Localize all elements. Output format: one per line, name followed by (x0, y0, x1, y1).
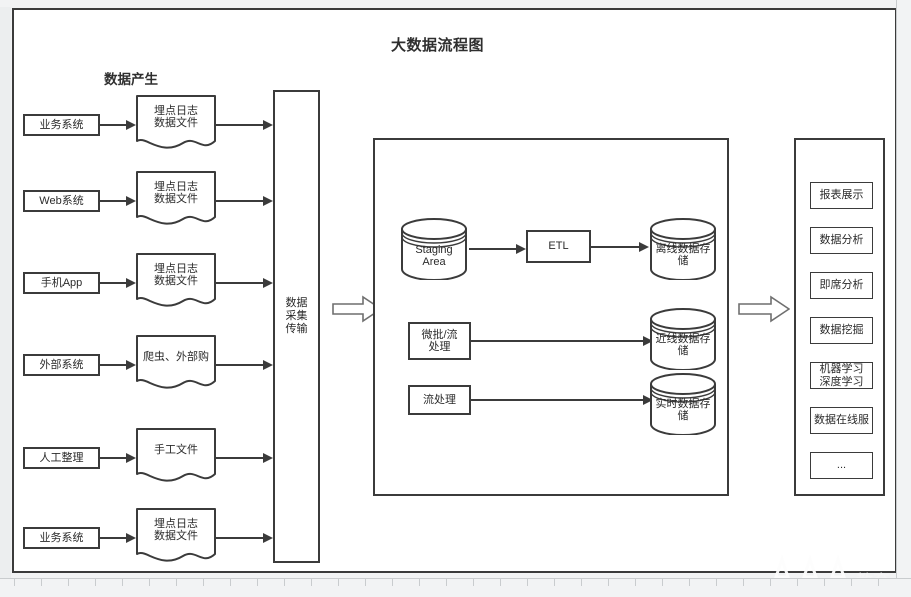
arrow-source-to-file-4 (100, 358, 136, 372)
arrow-file-to-collector-3 (216, 276, 273, 290)
staging-area-label: Staging Area (415, 244, 453, 269)
arrow-microbatch-to-nearline-store (471, 334, 653, 348)
source-system-box-4[interactable]: 外部系统 (23, 354, 100, 376)
arrow-file-to-collector-5 (216, 451, 273, 465)
arrow-source-to-file-6 (100, 531, 136, 545)
data-file-doc-1[interactable]: 埋点日志 数据文件 (136, 95, 216, 153)
data-file-doc-4[interactable]: 爬虫、外部购 (136, 335, 216, 393)
data-file-doc-3[interactable]: 埋点日志 数据文件 (136, 253, 216, 311)
diagram-canvas: 大数据流程图 数据产生 数据存储处理 数据应用 业务系统 Web系统 手机App… (0, 0, 911, 597)
arrow-etl-to-offline-store (591, 240, 649, 254)
application-item-1[interactable]: 报表展示 (810, 182, 873, 209)
arrow-staging-to-etl (469, 242, 526, 256)
data-file-doc-label-2: 埋点日志 数据文件 (154, 180, 198, 206)
arrow-stream-to-realtime-store (471, 393, 653, 407)
data-file-doc-2[interactable]: 埋点日志 数据文件 (136, 171, 216, 229)
diagram-sheet: 大数据流程图 数据产生 数据存储处理 数据应用 业务系统 Web系统 手机App… (12, 8, 897, 573)
data-file-doc-label-5: 手工文件 (154, 443, 198, 456)
arrow-source-to-file-1 (100, 118, 136, 132)
source-system-box-5[interactable]: 人工整理 (23, 447, 100, 469)
offline-data-store-cylinder[interactable]: 离线数据存 储 (649, 218, 717, 280)
application-item-7[interactable]: ... (810, 452, 873, 479)
arrow-file-to-collector-6 (216, 531, 273, 545)
offline-data-store-label: 离线数据存 储 (655, 242, 711, 268)
data-file-doc-label-1: 埋点日志 数据文件 (154, 104, 198, 130)
data-collection-column[interactable]: 数据 采集 传输 (273, 90, 320, 563)
arrow-file-to-collector-4 (216, 358, 273, 372)
ruler-right (896, 0, 911, 597)
page-title: 大数据流程图 (391, 37, 485, 54)
block-arrow-storage-to-application (738, 295, 790, 323)
data-file-doc-label-4: 爬虫、外部购 (143, 350, 209, 363)
data-file-doc-label-6: 埋点日志 数据文件 (154, 517, 198, 543)
source-system-box-3[interactable]: 手机App (23, 272, 100, 294)
arrow-file-to-collector-2 (216, 194, 273, 208)
source-system-box-6[interactable]: 业务系统 (23, 527, 100, 549)
ruler-top (0, 0, 911, 7)
realtime-data-store-cylinder[interactable]: 实时数据存 储 (649, 373, 717, 435)
nearline-data-store-cylinder[interactable]: 近线数据存 储 (649, 308, 717, 370)
application-item-6[interactable]: 数据在线服 (810, 407, 873, 434)
arrow-file-to-collector-1 (216, 118, 273, 132)
application-item-5[interactable]: 机器学习 深度学习 (810, 362, 873, 389)
stream-processing-box[interactable]: 流处理 (408, 385, 471, 415)
data-file-doc-6[interactable]: 埋点日志 数据文件 (136, 508, 216, 566)
microbatch-stream-box[interactable]: 微批/流 处理 (408, 322, 471, 360)
application-item-3[interactable]: 即席分析 (810, 272, 873, 299)
data-file-doc-label-3: 埋点日志 数据文件 (154, 262, 198, 288)
application-item-4[interactable]: 数据挖掘 (810, 317, 873, 344)
application-item-2[interactable]: 数据分析 (810, 227, 873, 254)
ruler-left (0, 0, 11, 597)
staging-area-cylinder[interactable]: Staging Area (400, 218, 468, 280)
source-system-box-2[interactable]: Web系统 (23, 190, 100, 212)
ruler-bottom (0, 578, 911, 597)
arrow-source-to-file-5 (100, 451, 136, 465)
data-collection-column-label: 数据 采集 传输 (285, 297, 308, 335)
arrow-source-to-file-2 (100, 194, 136, 208)
arrow-source-to-file-3 (100, 276, 136, 290)
data-file-doc-5[interactable]: 手工文件 (136, 428, 216, 486)
etl-box[interactable]: ETL (526, 230, 591, 263)
source-system-box-1[interactable]: 业务系统 (23, 114, 100, 136)
realtime-data-store-label: 实时数据存 储 (655, 397, 711, 423)
section-title-data-generation: 数据产生 (104, 72, 158, 87)
nearline-data-store-label: 近线数据存 储 (655, 332, 711, 358)
